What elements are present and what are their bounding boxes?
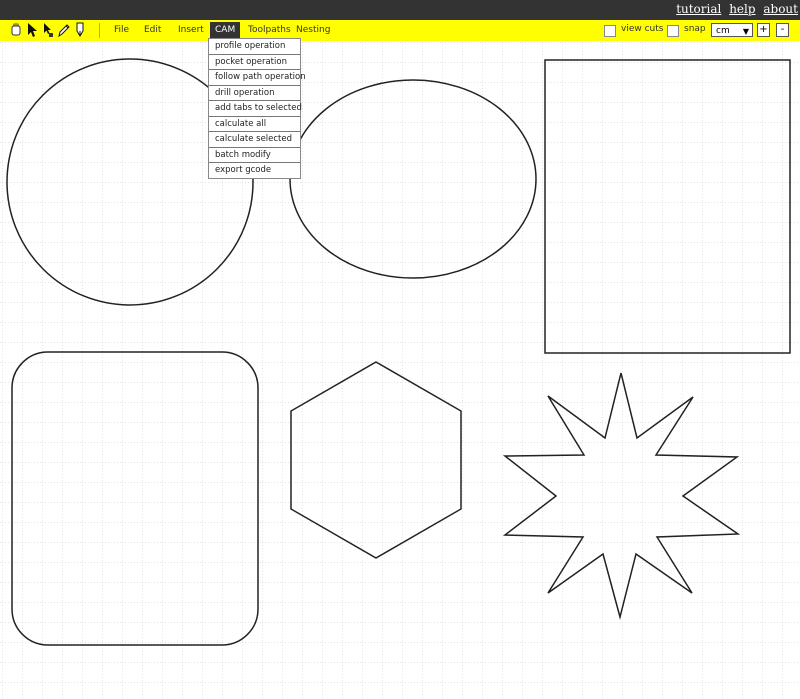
menu-toolpaths[interactable]: Toolpaths [243,22,296,38]
pointer-icon[interactable] [25,22,39,38]
top-links: tutorial help about [672,2,798,16]
menu-item-batch-modify[interactable]: batch modify [209,148,300,163]
unit-select-value: cm [716,26,730,36]
menu-item-pocket-operation[interactable]: pocket operation [209,55,300,70]
menu-item-export-gcode[interactable]: export gcode [209,163,300,178]
view-cuts-checkbox[interactable] [604,25,616,37]
help-link[interactable]: help [729,2,755,16]
about-link[interactable]: about [763,2,798,16]
node-edit-icon[interactable] [41,22,55,38]
menu-edit[interactable]: Edit [139,22,166,38]
menu-item-calculate-all[interactable]: calculate all [209,117,300,132]
view-cuts-label: view cuts [621,24,664,34]
menu-item-add-tabs-to-selected[interactable]: add tabs to selected [209,101,302,117]
toolbar-separator [99,23,100,38]
zoom-in-button[interactable]: + [757,23,770,37]
menu-item-calculate-selected[interactable]: calculate selected [209,132,300,148]
menu-item-drill-operation[interactable]: drill operation [209,86,300,101]
menu-cam[interactable]: CAM [210,22,241,38]
drawing-canvas[interactable] [0,41,800,699]
menu-item-follow-path-operation[interactable]: follow path operation [209,70,306,86]
top-bar: tutorial help about [0,0,800,20]
menu-insert[interactable]: Insert [173,22,209,38]
unit-select[interactable]: cm ▼ [711,23,753,37]
menu-nesting[interactable]: Nesting [291,22,335,38]
pencil-icon[interactable] [57,22,71,38]
select-icon[interactable] [9,22,23,38]
menu-item-profile-operation[interactable]: profile operation [209,39,300,55]
pen-icon[interactable] [73,22,87,38]
toolbar: File Edit Insert CAM Toolpaths Nesting v… [0,20,800,41]
menu-file[interactable]: File [109,22,134,38]
zoom-out-button[interactable]: - [776,23,789,37]
grid-background [0,41,800,699]
cam-dropdown-menu: profile operation pocket operation follo… [208,38,306,179]
snap-checkbox[interactable] [667,25,679,37]
snap-label: snap [684,24,706,34]
chevron-down-icon: ▼ [742,27,749,36]
tutorial-link[interactable]: tutorial [676,2,721,16]
